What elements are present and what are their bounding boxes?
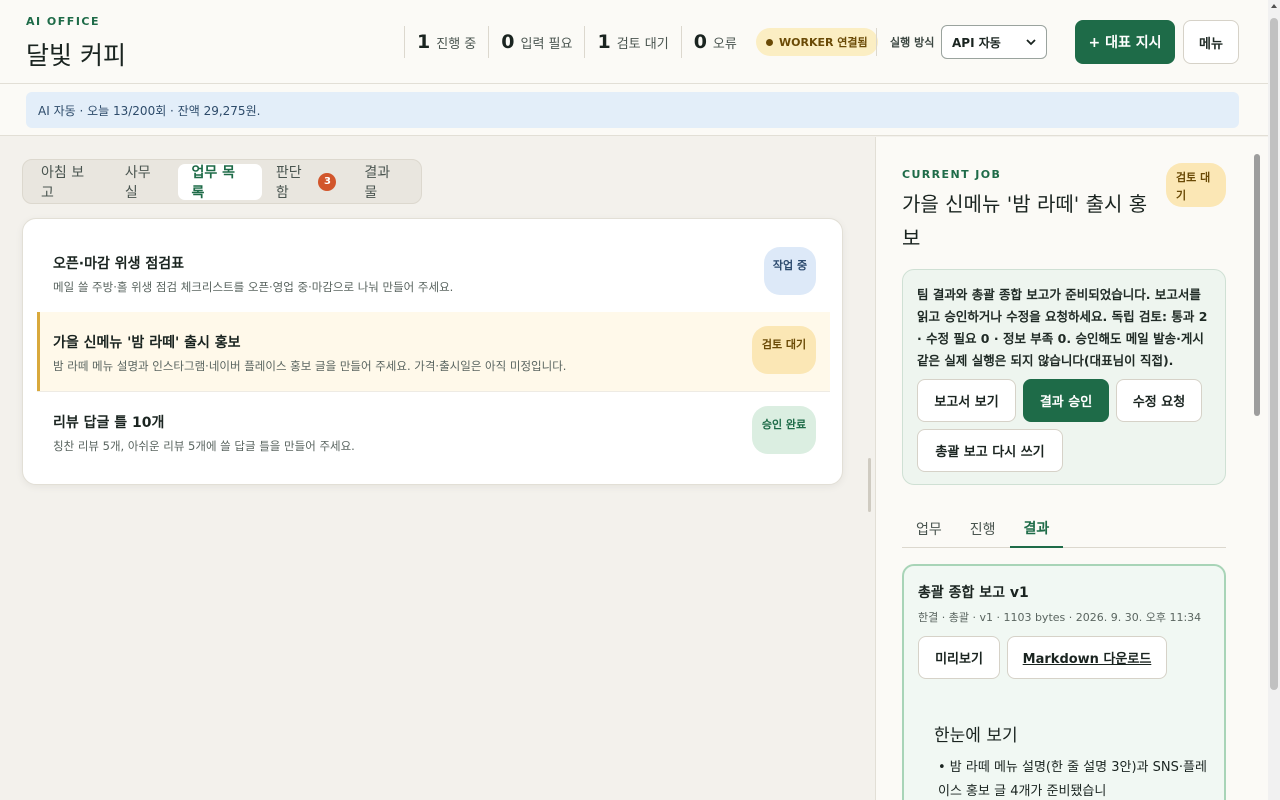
decision-count-badge: 3 [318,172,337,191]
task-row[interactable]: 오픈·마감 위생 점검표 메일 쓸 주방·홀 위생 점검 체크리스트를 오픈·영… [37,233,830,312]
tab-task[interactable]: 업무 [902,510,956,548]
usage-info-text: AI 자동 · 오늘 13/200회 · 잔액 29,275원. [38,103,261,118]
stat-label: 진행 중 [436,36,477,52]
main-tabs: 아침 보고 사무실 업무 목록 판단함 3 결과물 [22,159,422,204]
stat-errors: 0 오류 [680,26,749,58]
pane-resize-handle[interactable] [868,458,871,512]
brand-label: AI OFFICE [26,15,100,28]
review-panel: 팀 결과와 총괄 종합 보고가 준비되었습니다. 보고서를 읽고 승인하거나 수… [902,269,1226,485]
result-title: 총괄 종합 보고 v1 [918,585,1029,601]
stat-label: 오류 [712,36,737,52]
tab-label: 결과물 [364,164,391,201]
request-edit-button[interactable]: 수정 요청 [1116,379,1202,422]
task-list: 오픈·마감 위생 점검표 메일 쓸 주방·홀 위생 점검 체크리스트를 오픈·영… [22,218,843,485]
preview-text: • 밤 라떼 메뉴 설명(한 줄 설명 3안)과 SNS·플레이스 홍보 글 4… [938,760,1207,799]
stat-in-progress: 1 진행 중 [404,26,488,58]
approve-result-button[interactable]: 결과 승인 [1023,379,1109,422]
stat-review-waiting: 1 검토 대기 [584,26,680,58]
tab-result[interactable]: 결과 [1009,510,1064,548]
task-row[interactable]: 리뷰 답글 틀 10개 칭찬 리뷰 5개, 아쉬운 리뷰 5개에 쓸 답글 틀을… [37,391,830,470]
status-badge: 작업 중 [764,247,816,295]
task-title: 오픈·마감 위생 점검표 [53,256,184,272]
tab-deliverables[interactable]: 결과물 [350,164,417,201]
stat-num: 1 [417,31,431,53]
run-mode-value: API 자동 [952,35,1001,50]
stat-label: 입력 필요 [520,36,573,52]
task-title: 리뷰 답글 틀 10개 [53,415,165,431]
task-desc: 칭찬 리뷰 5개, 아쉬운 리뷰 5개에 쓸 답글 틀을 만들어 주세요. [53,439,355,453]
current-job-label: CURRENT JOB [902,168,1002,181]
run-mode-select[interactable]: API 자동 [941,25,1047,59]
preview-heading: 한눈에 보기 [934,726,1018,746]
divider [876,28,877,56]
menu-button[interactable]: 메뉴 [1183,20,1239,64]
run-mode-label: 실행 방식 [890,36,935,49]
detail-tabs: 업무 진행 결과 [902,510,1226,548]
app-header: AI OFFICE 달빛 커피 1 진행 중 0 입력 필요 1 검토 대기 0… [0,0,1268,84]
preview-button[interactable]: 미리보기 [918,636,1000,679]
stat-num: 0 [501,31,515,53]
scroll-up-arrow-icon[interactable] [1270,2,1278,10]
tab-task-list[interactable]: 업무 목록 [177,163,262,201]
review-message: 팀 결과와 총괄 종합 보고가 준비되었습니다. 보고서를 읽고 승인하거나 수… [917,287,1208,368]
status-dot-icon [766,38,773,46]
task-row-selected[interactable]: 가을 신메뉴 '밤 라떼' 출시 홍보 밤 라떼 메뉴 설명과 인스타그램·네이… [37,312,830,391]
stat-num: 0 [693,31,707,53]
job-detail-panel: CURRENT JOB 가을 신메뉴 '밤 라떼' 출시 홍보 검토 대기 팀 … [875,137,1268,800]
task-title: 가을 신메뉴 '밤 라떼' 출시 홍보 [53,335,241,351]
panel-scrollbar[interactable] [1252,137,1264,800]
tab-label: 사무실 [124,164,151,201]
stat-label: 검토 대기 [616,36,669,52]
job-title: 가을 신메뉴 '밤 라떼' 출시 홍보 [902,192,1148,250]
tab-office[interactable]: 사무실 [111,164,178,201]
scrollbar-thumb[interactable] [1270,18,1278,690]
scrollbar-thumb[interactable] [1254,154,1260,416]
chevron-down-icon [1026,39,1036,46]
status-badge: 검토 대기 [752,326,816,374]
status-badge: 검토 대기 [1166,163,1226,207]
rewrite-report-button[interactable]: 총괄 보고 다시 쓰기 [917,429,1063,472]
worker-status-badge: WORKER 연결됨 [756,28,878,56]
view-report-button[interactable]: 보고서 보기 [917,379,1016,422]
page-scrollbar[interactable] [1268,0,1280,800]
tab-label: 아침 보고 [41,164,85,201]
tab-morning-report[interactable]: 아침 보고 [27,164,111,201]
stat-num: 1 [597,31,611,53]
status-badge: 승인 완료 [752,406,816,454]
tab-label: 업무 목록 [191,164,236,201]
tab-label: 판단함 [275,164,302,201]
new-instruction-button[interactable]: + 대표 지시 [1075,20,1175,64]
tab-progress[interactable]: 진행 [956,510,1010,548]
store-title: 달빛 커피 [26,41,126,70]
result-meta: 한결 · 총괄 · v1 · 1103 bytes · 2026. 9. 30.… [918,611,1202,624]
stat-input-needed: 0 입력 필요 [488,26,584,58]
info-bar-wrapper: AI 자동 · 오늘 13/200회 · 잔액 29,275원. [0,84,1268,136]
result-card: 총괄 종합 보고 v1 한결 · 총괄 · v1 · 1103 bytes · … [902,564,1226,800]
task-desc: 밤 라떼 메뉴 설명과 인스타그램·네이버 플레이스 홍보 글을 만들어 주세요… [53,359,567,373]
task-desc: 메일 쓸 주방·홀 위생 점검 체크리스트를 오픈·영업 중·마감으로 나눠 만… [53,280,454,294]
usage-info-bar: AI 자동 · 오늘 13/200회 · 잔액 29,275원. [26,92,1239,128]
download-markdown-button[interactable]: Markdown 다운로드 [1007,636,1167,679]
worker-status-text: WORKER 연결됨 [779,36,868,49]
status-stats: 1 진행 중 0 입력 필요 1 검토 대기 0 오류 [404,26,749,58]
tab-decisions[interactable]: 판단함 3 [262,164,351,201]
